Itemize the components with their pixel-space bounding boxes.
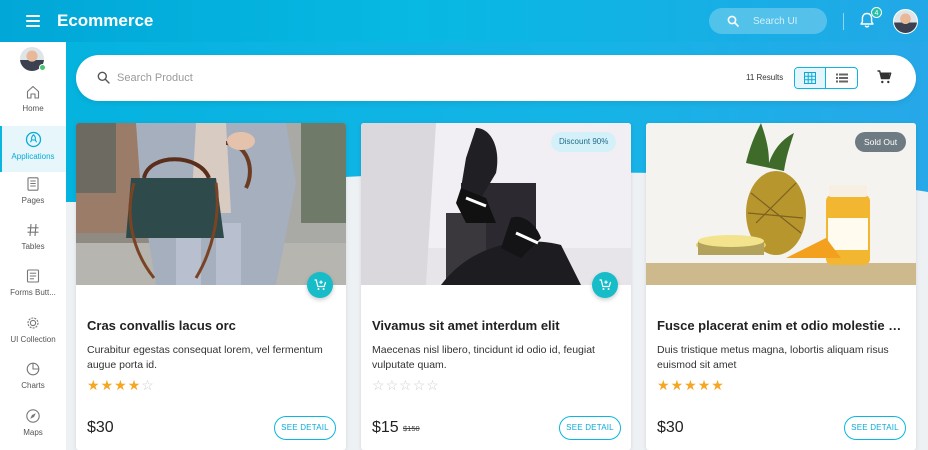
rocket-icon xyxy=(25,131,41,148)
grid-view-button[interactable] xyxy=(795,68,827,88)
star-filled-icon: ★ xyxy=(127,377,141,393)
rating-stars: ★ ★ ★ ★ ☆ xyxy=(87,377,155,393)
sidebar-item-label: Home xyxy=(22,104,44,113)
product-price: $30 xyxy=(87,419,114,436)
product-search-input[interactable] xyxy=(117,68,417,88)
sidebar-item-pages[interactable]: Pages xyxy=(0,176,66,222)
product-price: $15 xyxy=(372,419,399,436)
rating-stars: ☆ ☆ ☆ ☆ ☆ xyxy=(372,377,440,393)
view-toggle xyxy=(794,67,858,89)
see-detail-button[interactable]: SEE DETAIL xyxy=(274,416,336,440)
product-toolbar: 11 Results xyxy=(76,55,916,101)
hash-icon xyxy=(27,223,39,237)
sidebar-item-label: Charts xyxy=(21,381,45,390)
rating-stars: ★ ★ ★ ★ ★ xyxy=(657,377,725,393)
product-image-handbag[interactable] xyxy=(76,123,346,285)
add-cart-icon xyxy=(599,279,611,290)
discount-badge: Discount 90% xyxy=(551,132,617,152)
global-search[interactable] xyxy=(709,8,827,34)
sidebar-item-label: Forms Butt... xyxy=(10,288,56,297)
sidebar: Home Applications Pages Tables Forms But… xyxy=(0,42,66,450)
add-to-cart-button[interactable] xyxy=(307,272,333,298)
sidebar-item-applications[interactable]: Applications xyxy=(0,126,66,172)
sidebar-item-home[interactable]: Home xyxy=(0,84,66,130)
sidebar-item-label: UI Collection xyxy=(10,335,56,344)
star-filled-icon: ★ xyxy=(684,377,697,393)
sidebar-item-ui-collection[interactable]: UI Collection xyxy=(0,315,66,361)
product-description: Duis tristique metus magna, lobortis ali… xyxy=(657,344,889,371)
compass-icon xyxy=(26,409,40,423)
product-title[interactable]: Cras convallis lacus orc xyxy=(87,318,337,333)
sidebar-item-label: Applications xyxy=(11,152,55,161)
user-avatar[interactable] xyxy=(893,9,918,34)
notification-badge: 4 xyxy=(871,7,882,18)
grid-icon xyxy=(804,72,816,84)
product-description: Curabitur egestas consequat lorem, vel f… xyxy=(87,344,323,371)
star-empty-icon: ☆ xyxy=(426,377,439,393)
sidebar-item-forms[interactable]: Forms Butt... xyxy=(0,268,66,314)
product-card[interactable]: Cras convallis lacus orc Curabitur egest… xyxy=(76,123,346,450)
sidebar-item-label: Tables xyxy=(21,242,45,251)
sidebar-item-maps[interactable]: Maps xyxy=(0,408,66,450)
product-description: Maecenas nisl libero, tincidunt id odio … xyxy=(372,344,595,371)
home-icon xyxy=(26,85,40,99)
see-detail-button[interactable]: SEE DETAIL xyxy=(559,416,621,440)
star-filled-icon: ★ xyxy=(114,377,127,393)
add-to-cart-button[interactable] xyxy=(592,272,618,298)
product-card[interactable]: Discount 90% Vivamus sit amet interdum e… xyxy=(361,123,631,450)
star-empty-icon: ☆ xyxy=(399,377,412,393)
star-empty-icon: ☆ xyxy=(385,377,399,393)
header-divider xyxy=(843,13,844,30)
sidebar-item-label: Maps xyxy=(23,428,43,437)
sold-out-badge: Sold Out xyxy=(855,132,907,152)
app-title: Ecommerce xyxy=(57,11,154,30)
online-status-indicator xyxy=(39,64,46,71)
sidebar-item-tables[interactable]: Tables xyxy=(0,222,66,268)
star-empty-icon: ☆ xyxy=(372,377,385,393)
product-card[interactable]: Sold Out Fusce placerat enim et odio mol… xyxy=(646,123,916,450)
chart-icon xyxy=(26,362,40,376)
add-cart-icon xyxy=(314,279,326,290)
star-filled-icon: ★ xyxy=(100,377,114,393)
global-search-input[interactable] xyxy=(753,12,819,30)
product-title[interactable]: Fusce placerat enim et odio molestie sag… xyxy=(657,318,907,333)
star-filled-icon: ★ xyxy=(657,377,670,393)
product-title[interactable]: Vivamus sit amet interdum elit xyxy=(372,318,622,333)
star-filled-icon: ★ xyxy=(87,377,100,393)
top-app-bar: Ecommerce 4 xyxy=(0,0,928,42)
list-view-button[interactable] xyxy=(826,68,857,88)
results-count: 11 Results xyxy=(746,73,784,82)
search-icon xyxy=(727,15,739,27)
gear-icon xyxy=(27,317,39,329)
star-empty-icon: ☆ xyxy=(141,377,154,393)
menu-icon[interactable] xyxy=(26,15,40,27)
cart-icon[interactable] xyxy=(877,70,892,84)
star-filled-icon: ★ xyxy=(697,377,711,393)
form-icon xyxy=(26,269,40,283)
sidebar-item-charts[interactable]: Charts xyxy=(0,361,66,407)
star-empty-icon: ☆ xyxy=(412,377,426,393)
see-detail-button[interactable]: SEE DETAIL xyxy=(844,416,906,440)
star-filled-icon: ★ xyxy=(670,377,684,393)
search-icon xyxy=(97,71,110,84)
pages-icon xyxy=(27,177,39,191)
product-price: $30 xyxy=(657,419,684,436)
list-icon xyxy=(835,73,848,83)
sidebar-item-label: Pages xyxy=(21,196,45,205)
star-filled-icon: ★ xyxy=(711,377,724,393)
original-price: $150 xyxy=(403,424,420,433)
